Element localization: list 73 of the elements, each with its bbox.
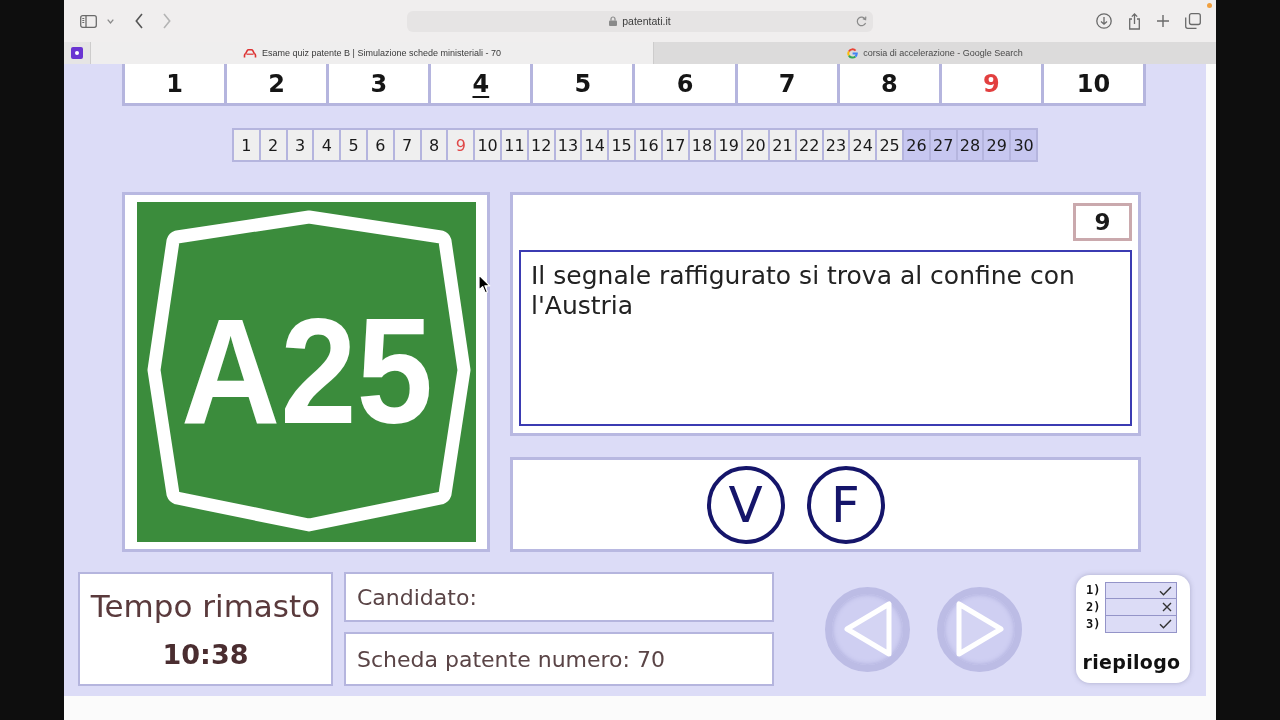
notification-dot-icon — [1207, 3, 1212, 8]
timer-label: Tempo rimasto — [90, 587, 321, 624]
question-number-button[interactable]: 25 — [877, 130, 902, 160]
summary-button[interactable]: 1) 2) 3) riepilogo — [1076, 575, 1190, 683]
question-group-button[interactable]: 2 — [227, 64, 327, 103]
address-bar[interactable]: patentati.it — [407, 10, 873, 32]
question-group-button[interactable]: 6 — [635, 64, 735, 103]
question-group-button[interactable]: 5 — [533, 64, 633, 103]
check-icon — [1159, 619, 1172, 629]
question-number-button[interactable]: 10 — [475, 130, 500, 160]
question-number-button[interactable]: 12 — [528, 130, 554, 160]
plus-icon[interactable] — [1157, 15, 1169, 27]
list-number: 2) — [1086, 599, 1101, 616]
sheet-number-panel: Scheda patente numero: 70 — [344, 632, 774, 686]
question-number-button[interactable]: 13 — [555, 130, 581, 160]
list-number: 3) — [1086, 616, 1101, 633]
answer-button[interactable]: F — [806, 465, 885, 544]
browser-tab[interactable]: Esame quiz patente B | Simulazione schede ministeriali - 70 — [90, 42, 653, 64]
sidebar-icon[interactable] — [80, 14, 97, 28]
question-number-button[interactable]: 16 — [636, 130, 661, 160]
question-number-button[interactable]: 3 — [287, 130, 313, 160]
site-icon[interactable] — [71, 47, 83, 59]
question-number-button[interactable]: 19 — [716, 130, 742, 160]
question-number-button[interactable]: 24 — [850, 130, 876, 160]
question-group-button[interactable]: 4 — [431, 64, 531, 103]
question-number-button[interactable]: 17 — [662, 130, 688, 160]
question-number-button[interactable]: 14 — [582, 130, 608, 160]
address-text: patentati.it — [622, 15, 671, 27]
question-number-button[interactable]: 7 — [394, 130, 420, 160]
question-number-button[interactable]: 8 — [421, 130, 447, 160]
question-number-button[interactable]: 21 — [770, 130, 795, 160]
timer-value: 10:38 — [162, 638, 249, 671]
question-number-button[interactable]: 20 — [743, 130, 768, 160]
question-group-button[interactable]: 10 — [1043, 64, 1143, 103]
question-number-button[interactable]: 30 — [1011, 130, 1036, 160]
share-icon[interactable] — [1128, 12, 1141, 30]
triangle-left-icon — [842, 600, 893, 658]
question-group-button[interactable]: 9 — [941, 64, 1041, 103]
question-number-button[interactable]: 1 — [234, 130, 259, 160]
question-number-button[interactable]: 4 — [314, 130, 340, 160]
candidate-panel: Candidato: — [344, 572, 774, 622]
question-group-button[interactable]: 1 — [125, 64, 225, 103]
cross-icon — [1162, 602, 1172, 612]
question-text: Il segnale raffigurato si trova al confine con l'Austria — [519, 250, 1132, 426]
car-icon — [243, 48, 257, 58]
question-group-button[interactable]: 3 — [329, 64, 429, 103]
question-number-button[interactable]: 29 — [984, 130, 1010, 160]
download-icon[interactable] — [1096, 13, 1112, 29]
question-number-button[interactable]: 27 — [930, 130, 956, 160]
question-number-button[interactable]: 23 — [823, 130, 849, 160]
list-number: 1) — [1086, 582, 1101, 599]
question-group-button[interactable]: 8 — [839, 64, 939, 103]
question-number-button[interactable]: 2 — [260, 130, 286, 160]
question-number-button[interactable]: 11 — [502, 130, 527, 160]
chevron-down-icon[interactable] — [107, 18, 114, 24]
question-number-button[interactable]: 9 — [448, 130, 474, 160]
question-number-button[interactable]: 5 — [341, 130, 366, 160]
lock-icon — [609, 16, 618, 26]
question-number: 9 — [1073, 203, 1132, 241]
question-number-button[interactable]: 6 — [368, 130, 393, 160]
tabs-overview-icon[interactable] — [1185, 13, 1201, 29]
reload-icon[interactable] — [856, 15, 867, 27]
question-number-button[interactable]: 18 — [689, 130, 715, 160]
question-group-button[interactable]: 7 — [737, 64, 837, 103]
answer-button[interactable]: V — [706, 465, 785, 544]
letter-g-icon — [847, 47, 859, 59]
question-number-button[interactable]: 26 — [904, 130, 929, 160]
sign-text: A25 — [180, 287, 456, 455]
question-number-button[interactable]: 22 — [796, 130, 822, 160]
question-number-button[interactable]: 28 — [957, 130, 983, 160]
triangle-right-icon — [954, 600, 1005, 658]
check-icon — [1159, 585, 1172, 596]
question-number-button[interactable]: 15 — [609, 130, 634, 160]
